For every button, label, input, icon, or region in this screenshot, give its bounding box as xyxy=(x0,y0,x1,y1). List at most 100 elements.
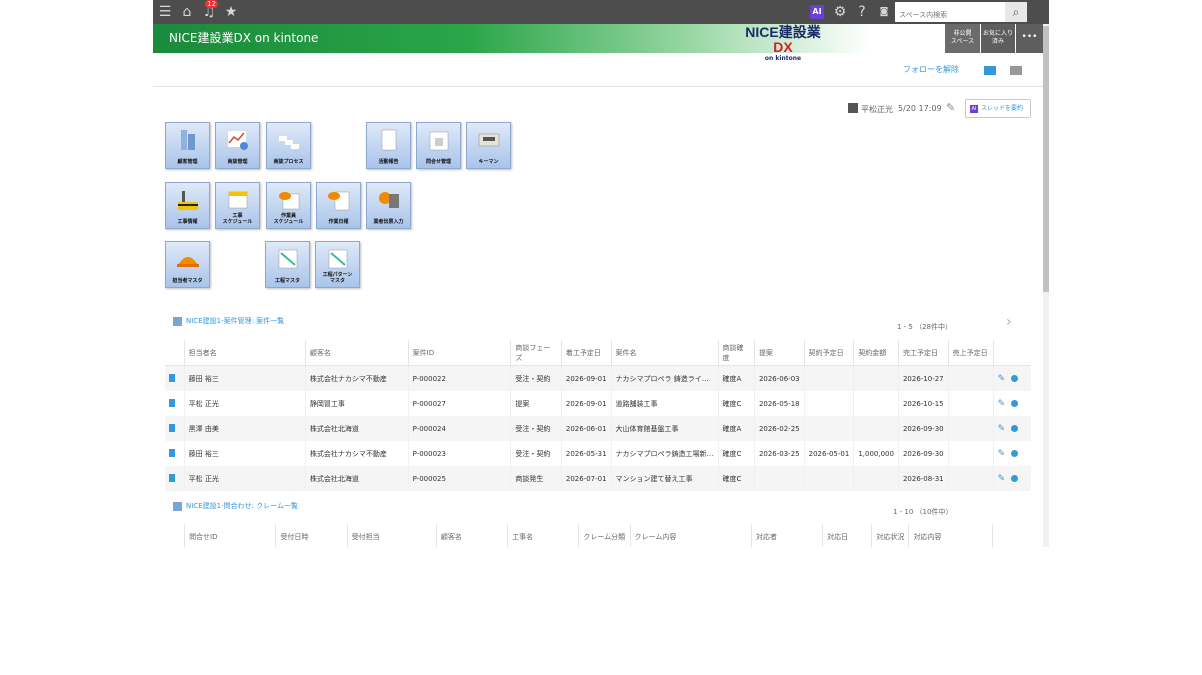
col-header[interactable]: 契約金額 xyxy=(853,340,899,366)
table-row[interactable]: 藤田 裕三 株式会社ナカシマ不動産 P-000022 受注・契約 2026-09… xyxy=(165,365,1031,391)
more-button[interactable]: ••• xyxy=(1016,24,1043,53)
tile-deal-process[interactable]: 商談プロセス xyxy=(266,122,311,169)
table-row[interactable]: 平松 正光 静岡冒工事 P-000027 提案 2026-09-01 道路舗装工… xyxy=(165,391,1031,416)
pencil-icon[interactable]: ✎ xyxy=(998,399,1006,409)
tile-inquiry[interactable]: 問合せ管理 xyxy=(416,122,461,169)
cell: 藤田 裕三 xyxy=(184,441,306,466)
record-detail-icon[interactable] xyxy=(165,365,185,391)
pencil-icon[interactable]: ✎ xyxy=(998,449,1006,459)
tile-activity-report[interactable]: 活動報告 xyxy=(366,122,411,169)
col-header[interactable]: 案件名 xyxy=(611,340,719,366)
tile-process-pattern-master[interactable]: 工程パターン マスタ xyxy=(315,241,360,288)
comment-icon[interactable] xyxy=(1011,375,1019,382)
cell: P-000023 xyxy=(408,441,512,466)
tile-construction-info[interactable]: 工事情報 xyxy=(165,182,210,229)
summarize-thread-label: スレッドを要約 xyxy=(981,105,1024,112)
cell: 静岡冒工事 xyxy=(305,391,409,416)
tile-construction-schedule[interactable]: 工事 スケジュール xyxy=(215,182,260,229)
table-row[interactable]: 黒澤 由美 株式会社北海道 P-000024 受注・契約 2026-06-01 … xyxy=(165,416,1031,441)
col-icon xyxy=(165,340,185,366)
cell xyxy=(804,416,855,441)
comment-icon[interactable] xyxy=(1011,400,1019,407)
row-actions: ✎ xyxy=(993,441,1031,466)
scrollbar-thumb[interactable] xyxy=(1043,26,1049,292)
col-header[interactable]: 契約予定日 xyxy=(804,340,855,366)
list2-title[interactable]: NICE建設1-問合わせ: クレーム一覧 xyxy=(173,501,298,511)
ai-small-icon: AI xyxy=(970,104,978,113)
col-header[interactable]: 着工予定日 xyxy=(561,340,612,366)
space-header: NICE建設業DX on kintone NICE建設業DX on kinton… xyxy=(153,24,1049,62)
favorite-button[interactable]: お気に入り 済み xyxy=(981,24,1015,53)
comment-icon[interactable] xyxy=(1011,450,1019,457)
menu-icon[interactable]: ☰ xyxy=(157,4,173,20)
pencil-icon[interactable]: ✎ xyxy=(998,424,1006,434)
tile-deals[interactable]: 商談管理 xyxy=(215,122,260,169)
tile-label: 担当者マスタ xyxy=(172,278,203,284)
list2-title-text: NICE建設1-問合わせ: クレーム一覧 xyxy=(186,502,298,510)
col-header[interactable]: 対応内容 xyxy=(908,524,993,547)
gear-icon[interactable]: ⚙ xyxy=(832,4,848,20)
col-header[interactable]: 商談確度 xyxy=(718,340,755,366)
search-icon[interactable]: ⌕ xyxy=(1005,2,1027,22)
tile-vendor-slip[interactable]: 業者伝票入力 xyxy=(366,182,411,229)
col-header[interactable]: 対応日 xyxy=(822,524,873,547)
col-header[interactable]: 顧客名 xyxy=(305,340,409,366)
list1-title[interactable]: NICE建設1-案件管理: 案件一覧 xyxy=(173,316,284,326)
home-icon[interactable]: ⌂ xyxy=(179,4,195,20)
star-icon[interactable]: ★ xyxy=(223,4,239,20)
pencil-icon[interactable]: ✎ xyxy=(998,374,1006,384)
col-header[interactable]: 対応状況 xyxy=(871,524,910,547)
app-icon xyxy=(173,316,182,326)
tile-label: キーマン xyxy=(478,159,499,165)
col-header[interactable]: 問合せID xyxy=(184,524,277,547)
record-detail-icon[interactable] xyxy=(165,466,185,491)
cell: 大山体育館基盤工事 xyxy=(611,416,719,441)
record-detail-icon[interactable] xyxy=(165,416,185,441)
author-name[interactable]: 平松正光 xyxy=(861,104,893,115)
tile-customer[interactable]: 顧客管理 xyxy=(165,122,210,169)
cell: 1,000,000 xyxy=(853,441,899,466)
edit-icon[interactable]: ✎ xyxy=(946,102,955,114)
private-space-label: 非公開 スペース xyxy=(950,30,975,45)
ai-icon[interactable]: AI xyxy=(810,5,824,19)
col-header[interactable]: 受付担当 xyxy=(347,524,437,547)
search-input[interactable] xyxy=(895,6,1003,24)
col-header[interactable]: 提案 xyxy=(754,340,805,366)
col-header[interactable]: クレーム分類 xyxy=(578,524,631,547)
layout-single-icon[interactable] xyxy=(984,66,996,75)
col-header[interactable]: 対応者 xyxy=(751,524,824,547)
tile-process-master[interactable]: 工程マスタ xyxy=(265,241,310,288)
tile-label: 工事情報 xyxy=(177,219,198,225)
col-header[interactable]: 顧客名 xyxy=(436,524,509,547)
record-detail-icon[interactable] xyxy=(165,441,185,466)
table-row[interactable]: 平松 正光 株式会社北海道 P-000025 商談発生 2026-07-01 マ… xyxy=(165,466,1031,491)
tile-staff-master[interactable]: 担当者マスタ xyxy=(165,241,210,288)
col-header[interactable]: 工事名 xyxy=(507,524,580,547)
col-header[interactable]: クレーム内容 xyxy=(630,524,752,547)
tile-worker-schedule[interactable]: 作業員 スケジュール xyxy=(266,182,311,229)
private-space-button[interactable]: 非公開 スペース xyxy=(945,24,980,53)
tile-daily-report[interactable]: 作業日報 xyxy=(316,182,361,229)
tile-label: 商談管理 xyxy=(227,159,248,165)
user-avatar-icon[interactable]: ◙ xyxy=(876,4,892,20)
col-header[interactable]: 案件ID xyxy=(408,340,512,366)
unfollow-link[interactable]: フォローを解除 xyxy=(903,64,959,75)
table-header-row: 担当者名 顧客名 案件ID 商談フェーズ 着工予定日 案件名 商談確度 提案 契… xyxy=(165,340,1031,366)
tile-keyman[interactable]: キーマン xyxy=(466,122,511,169)
col-header[interactable]: 売上予定日 xyxy=(948,340,994,366)
layout-split-icon[interactable] xyxy=(1010,66,1022,75)
col-header[interactable]: 商談フェーズ xyxy=(510,340,562,366)
next-page-icon[interactable]: › xyxy=(1006,314,1012,330)
col-header[interactable]: 受付日時 xyxy=(275,524,348,547)
help-icon[interactable]: ? xyxy=(854,4,870,20)
comment-icon[interactable] xyxy=(1011,475,1019,482)
cell xyxy=(804,365,855,391)
cell: 黒澤 由美 xyxy=(184,416,306,441)
col-header[interactable]: 完工予定日 xyxy=(898,340,949,366)
comment-icon[interactable] xyxy=(1011,425,1019,432)
pencil-icon[interactable]: ✎ xyxy=(998,474,1006,484)
record-detail-icon[interactable] xyxy=(165,391,185,416)
summarize-thread-button[interactable]: AI スレッドを要約 xyxy=(965,99,1031,118)
table-row[interactable]: 藤田 裕三 株式会社ナカシマ不動産 P-000023 受注・契約 2026-05… xyxy=(165,441,1031,466)
col-header[interactable]: 担当者名 xyxy=(184,340,306,366)
